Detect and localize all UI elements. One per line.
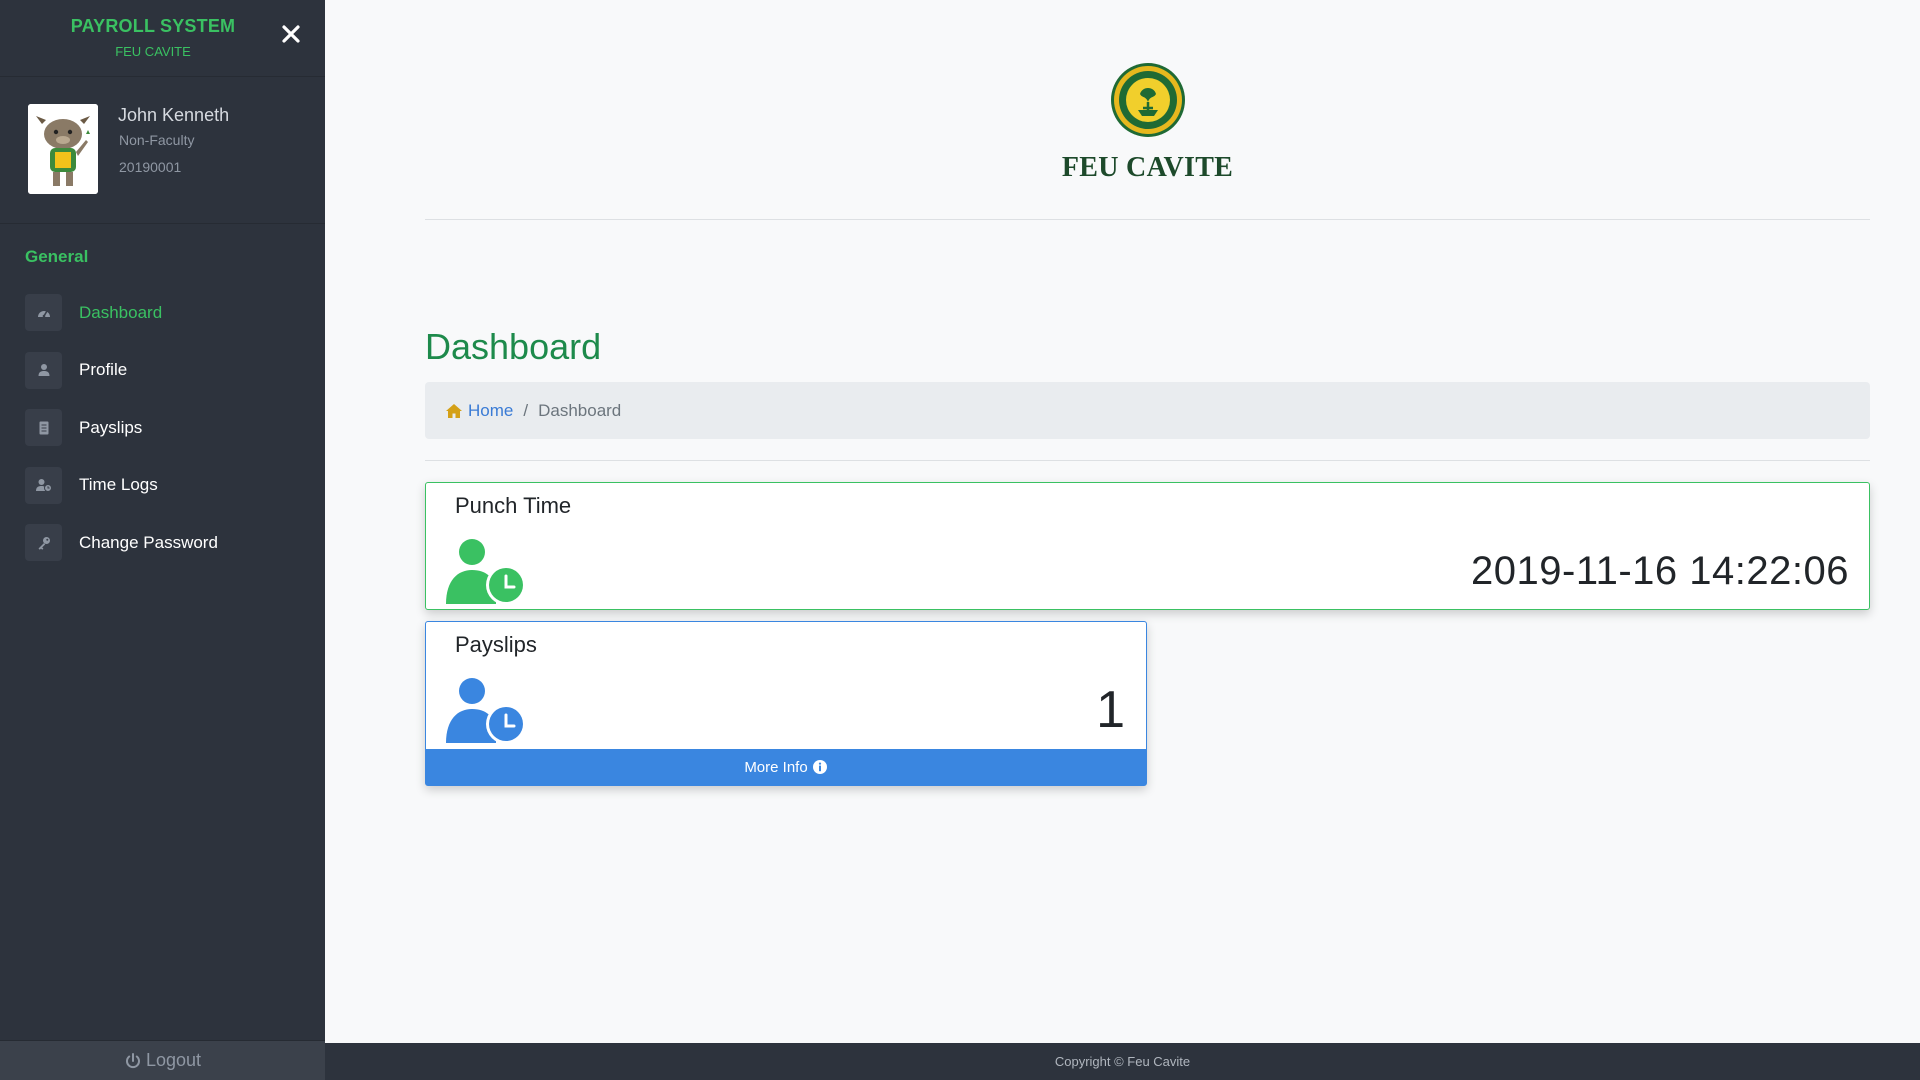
sidebar-item-label: Profile [79, 360, 128, 380]
user-panel: John Kenneth Non-Faculty 20190001 [0, 77, 325, 224]
logout-button[interactable]: Logout [0, 1040, 325, 1080]
breadcrumb-current: Dashboard [538, 400, 622, 420]
sidebar-item-label: Dashboard [79, 302, 163, 322]
avatar [28, 104, 98, 194]
divider [425, 219, 1870, 220]
document-icon [25, 409, 62, 447]
sidebar-item-change-password[interactable]: Change Password [0, 514, 325, 572]
breadcrumb-separator: / [523, 400, 529, 420]
sidebar-item-label: Payslips [79, 417, 143, 437]
punch-time-value: 2019-11-16 14:22:06 [1471, 549, 1849, 593]
close-icon[interactable] [279, 22, 303, 46]
sidebar-item-label: Time Logs [79, 475, 158, 495]
breadcrumb-home-label: Home [468, 400, 514, 420]
punch-time-card: Punch Time 2019-11-16 14:22:06 [425, 482, 1870, 610]
dashboard-icon [25, 294, 62, 332]
info-icon [812, 760, 827, 774]
breadcrumb-home-link[interactable]: Home [445, 401, 513, 421]
user-role: Non-Faculty [119, 132, 195, 148]
home-icon [446, 403, 462, 418]
payslips-card: Payslips 1 More Info [425, 621, 1147, 786]
sidebar-item-dashboard[interactable]: Dashboard [0, 284, 325, 342]
section-label-general: General [25, 247, 89, 266]
user-name: John Kenneth [118, 105, 230, 125]
user-id: 20190001 [119, 159, 182, 175]
more-info-button[interactable]: More Info [426, 749, 1146, 785]
brand-name: FEU CAVITE [1061, 152, 1234, 183]
logout-label: Logout [145, 1050, 202, 1070]
brand-header: FEU CAVITE [425, 50, 1870, 184]
school-seal-logo [1110, 63, 1185, 137]
user-clock-icon [25, 466, 62, 504]
more-info-label: More Info [744, 758, 808, 776]
card-title: Punch Time [455, 493, 572, 518]
payslips-count: 1 [1096, 681, 1125, 739]
card-title: Payslips [455, 632, 537, 657]
sidebar-item-profile[interactable]: Profile [0, 342, 325, 400]
sidebar-item-payslips[interactable]: Payslips [0, 399, 325, 457]
page-title: Dashboard [425, 326, 602, 367]
breadcrumb: Home / Dashboard [425, 382, 1870, 439]
app-subtitle: FEU CAVITE [115, 44, 191, 59]
app-title: PAYROLL SYSTEM [70, 16, 236, 36]
sidebar-item-label: Change Password [79, 532, 218, 552]
footer: Copyright © Feu Cavite [325, 1043, 1920, 1080]
power-icon [125, 1052, 140, 1068]
copyright-text: Copyright © Feu Cavite [1054, 1054, 1191, 1069]
user-clock-icon [446, 539, 526, 604]
divider [425, 460, 1870, 461]
user-icon [25, 351, 62, 389]
sidebar-menu: Dashboard Profile Payslips Time Logs Cha… [0, 284, 325, 572]
sidebar-item-time-logs[interactable]: Time Logs [0, 457, 325, 515]
key-icon [25, 524, 62, 562]
sidebar: PAYROLL SYSTEM FEU CAVITE John Kenneth N… [0, 0, 325, 1080]
sidebar-header: PAYROLL SYSTEM FEU CAVITE [0, 0, 325, 77]
user-clock-icon [446, 678, 526, 743]
